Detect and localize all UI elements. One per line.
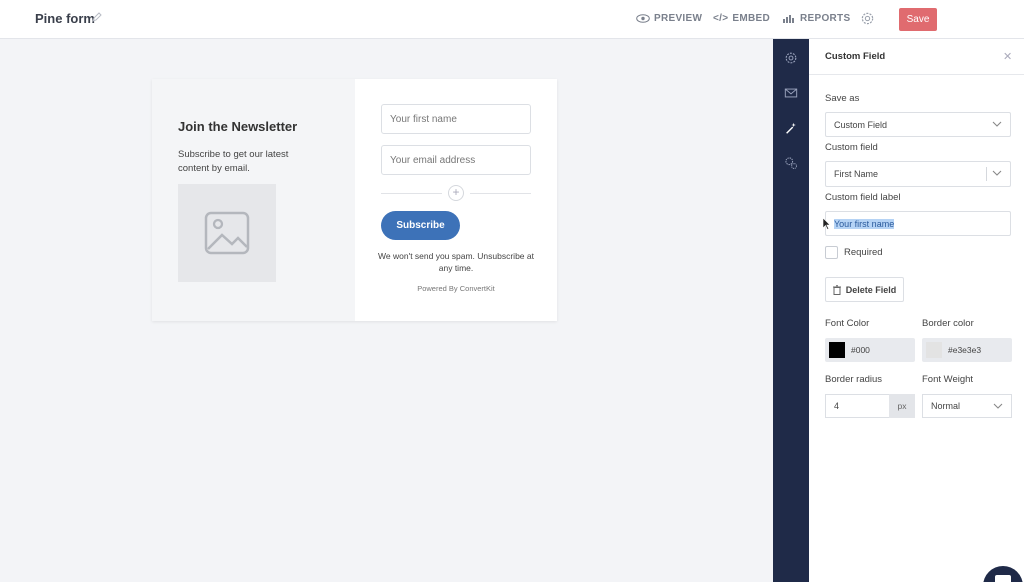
font-color-picker[interactable]: #000 <box>825 338 915 362</box>
font-weight-label: Font Weight <box>922 374 974 385</box>
px-unit: px <box>889 394 915 418</box>
email-field[interactable]: Your email address <box>381 145 531 175</box>
panel-header: Custom Field ✕ <box>809 39 1024 75</box>
form-heading[interactable]: Join the Newsletter <box>178 119 297 134</box>
border-radius-label: Border radius <box>825 374 883 385</box>
reports-label: REPORTS <box>800 13 851 24</box>
font-weight-value: Normal <box>931 401 961 411</box>
form-title: Pine form <box>35 11 95 26</box>
top-bar: Pine form PREVIEW </> EMBED REPORTS Save <box>0 0 1024 39</box>
form-subheading[interactable]: Subscribe to get our latest content by e… <box>178 148 318 176</box>
cursor-icon <box>823 218 831 230</box>
reports-link[interactable]: REPORTS <box>783 13 850 24</box>
required-checkbox[interactable] <box>825 246 838 259</box>
image-icon <box>204 211 250 255</box>
font-color-swatch <box>829 342 845 358</box>
custom-field-select[interactable]: First Name <box>825 161 1011 187</box>
divider <box>381 193 442 194</box>
form-preview-card: Join the Newsletter Subscribe to get our… <box>152 79 557 321</box>
font-color-label: Font Color <box>825 318 870 329</box>
border-color-swatch <box>926 342 942 358</box>
embed-link[interactable]: </> EMBED <box>713 13 770 24</box>
magic-wand-icon[interactable] <box>784 121 798 135</box>
code-icon: </> <box>713 13 729 24</box>
custom-field-panel: Custom Field ✕ Save as Custom Field Cust… <box>809 39 1024 582</box>
pencil-icon[interactable] <box>92 12 102 22</box>
plus-icon[interactable]: + <box>448 185 464 201</box>
powered-by: Powered By ConvertKit <box>417 284 495 293</box>
form-intro-panel: Join the Newsletter Subscribe to get our… <box>152 79 355 321</box>
trash-icon <box>832 284 841 295</box>
settings-rail <box>773 39 809 582</box>
delete-field-button[interactable]: Delete Field <box>825 277 904 302</box>
required-label[interactable]: Required <box>844 247 883 258</box>
delete-field-label: Delete Field <box>845 284 897 295</box>
font-color-value: #000 <box>851 345 870 355</box>
save-button[interactable]: Save <box>899 8 937 31</box>
custom-field-value: First Name <box>834 169 879 179</box>
bar-chart-icon <box>783 15 794 23</box>
eye-icon <box>636 14 650 23</box>
image-placeholder[interactable] <box>178 184 276 282</box>
gear-icon[interactable] <box>860 11 875 26</box>
save-as-label: Save as <box>825 93 860 104</box>
gear-icon[interactable] <box>784 51 798 65</box>
embed-label: EMBED <box>732 13 770 24</box>
spam-note[interactable]: We won't send you spam. Unsubscribe at a… <box>377 250 535 274</box>
font-weight-select[interactable]: Normal <box>922 394 1012 418</box>
border-color-value: #e3e3e3 <box>948 345 982 355</box>
border-color-label: Border color <box>922 318 974 329</box>
preview-link[interactable]: PREVIEW <box>636 13 702 24</box>
border-radius-input[interactable]: 4 <box>825 394 889 418</box>
chevron-down-icon <box>992 121 1002 127</box>
preview-label: PREVIEW <box>654 13 703 24</box>
divider <box>470 193 531 194</box>
field-label-input[interactable]: Your first name <box>825 211 1011 236</box>
subscribe-button[interactable]: Subscribe <box>381 211 460 240</box>
form-fields-panel: Your first name Your email address + Sub… <box>355 79 557 321</box>
border-color-picker[interactable]: #e3e3e3 <box>922 338 1012 362</box>
gears-icon[interactable] <box>784 156 798 170</box>
field-label-label: Custom field label <box>825 192 901 203</box>
field-label-value: Your first name <box>834 218 895 229</box>
panel-title: Custom Field <box>825 51 886 62</box>
first-name-field[interactable]: Your first name <box>381 104 531 134</box>
save-as-select[interactable]: Custom Field <box>825 112 1011 137</box>
chevron-down-icon <box>993 403 1003 409</box>
envelope-icon[interactable] <box>784 86 798 100</box>
chevron-down-icon <box>992 170 1002 176</box>
save-as-value: Custom Field <box>834 119 888 130</box>
custom-field-label: Custom field <box>825 142 878 153</box>
close-icon[interactable]: ✕ <box>1003 50 1012 63</box>
select-separator <box>986 167 987 181</box>
